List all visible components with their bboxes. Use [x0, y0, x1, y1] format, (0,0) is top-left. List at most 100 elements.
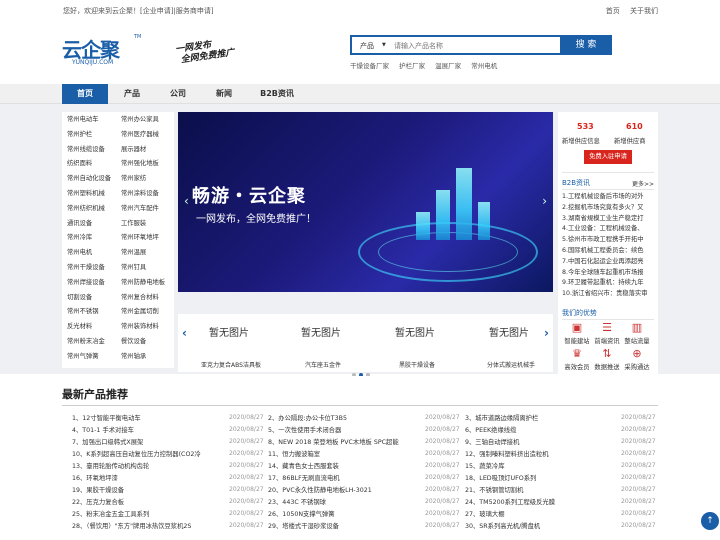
category-item[interactable]: 常州温展: [121, 247, 175, 260]
hot-keyword[interactable]: 护栏厂家: [399, 62, 425, 70]
thumb-placeholder[interactable]: 暂无图片: [194, 324, 264, 339]
category-item[interactable]: 常州不锈钢: [67, 306, 121, 319]
top-link-home[interactable]: 首页: [606, 7, 620, 15]
thumb-placeholder[interactable]: 暂无图片: [286, 324, 356, 339]
thumb-placeholder[interactable]: 暂无图片: [380, 324, 450, 339]
thumb-caption[interactable]: 黑胶干燥设备: [372, 360, 462, 369]
nav-item-companies[interactable]: 公司: [158, 84, 198, 104]
carousel-next-icon[interactable]: ›: [544, 326, 549, 340]
category-item[interactable]: 工作服装: [121, 218, 175, 231]
category-item[interactable]: 常州涂料设备: [121, 188, 175, 201]
carousel-prev-icon[interactable]: ‹: [182, 326, 187, 340]
product-link[interactable]: 11、恒力搬波箱室: [268, 450, 418, 460]
category-item[interactable]: 常州电机: [67, 247, 121, 260]
hot-keyword[interactable]: 常州电机: [471, 62, 497, 70]
news-item[interactable]: 7.中国石化起运企业再添超亮: [562, 257, 655, 267]
news-item[interactable]: 2.挖掘机市场究竟有多火？又: [562, 203, 655, 213]
category-item[interactable]: 常州防静电地板: [121, 277, 175, 290]
product-link[interactable]: 4、T01-1 手术对接车: [72, 426, 222, 436]
news-item[interactable]: 8.今年全球随车起重机市场报: [562, 268, 655, 278]
product-link[interactable]: 3、城市道路边缘隔离护栏: [465, 414, 615, 424]
product-link[interactable]: 17、86BLF无刷直流电机: [268, 474, 418, 484]
category-item[interactable]: 展示器材: [121, 144, 175, 157]
product-link[interactable]: 26、1050N支撑气弹簧: [268, 510, 418, 520]
category-item[interactable]: 常州复合材料: [121, 292, 175, 305]
thumb-caption[interactable]: 亚克力复合ABS洁具板: [186, 360, 276, 369]
join-button[interactable]: 免费入驻申请: [584, 150, 632, 164]
product-link[interactable]: 24、TM5200系列工程级反光膜: [465, 498, 615, 508]
product-link[interactable]: 9、三轴自动焊接机: [465, 438, 615, 448]
category-item[interactable]: 常州装饰材料: [121, 321, 175, 334]
thumb-caption[interactable]: 汽车座五金件: [278, 360, 368, 369]
news-item[interactable]: 5.徐州市市政工程携手开拓中: [562, 235, 655, 245]
search-input[interactable]: [394, 39, 544, 52]
product-link[interactable]: 27、玻璃大棚: [465, 510, 615, 520]
category-item[interactable]: 常州冷库: [67, 232, 121, 245]
category-item[interactable]: 常州塑料机械: [67, 188, 121, 201]
category-item[interactable]: 常州钉具: [121, 262, 175, 275]
category-item[interactable]: 常州家纺: [121, 173, 175, 186]
category-item[interactable]: 常州汽车配件: [121, 203, 175, 216]
category-item[interactable]: 常州线缆设备: [67, 144, 121, 157]
product-link[interactable]: 22、压克力复合板: [72, 498, 222, 508]
category-item[interactable]: 常州办公家具: [121, 114, 175, 127]
news-item[interactable]: 10.浙江省绍兴市：贵稳落实审: [562, 289, 655, 299]
category-item[interactable]: 常州干燥设备: [67, 262, 121, 275]
welcome-text[interactable]: 您好，欢迎来到云企聚！[企业申请]|服务商申请]: [63, 6, 214, 16]
nav-item-news[interactable]: 新闻: [204, 84, 244, 104]
category-item[interactable]: 纺织面料: [67, 158, 121, 171]
product-link[interactable]: 6、PEEK绝缘线缆: [465, 426, 615, 436]
product-link[interactable]: 13、臺用轮胎传动机构齿轮: [72, 462, 222, 472]
hero-banner[interactable]: 畅游・云企聚 一网发布，全网免费推广！ ‹ ›: [178, 112, 553, 292]
hot-keyword[interactable]: 温展厂家: [435, 62, 461, 70]
category-item[interactable]: 常州护栏: [67, 129, 121, 142]
nav-item-products[interactable]: 产品: [112, 84, 152, 104]
site-logo[interactable]: 云企聚 TM YUNQIJU.COM: [62, 34, 144, 74]
search-category[interactable]: 产品: [360, 41, 374, 51]
category-item[interactable]: 常州金属切削: [121, 306, 175, 319]
nav-item-home[interactable]: 首页: [62, 84, 108, 104]
category-item[interactable]: 常州电动车: [67, 114, 121, 127]
thumb-placeholder[interactable]: 暂无图片: [474, 324, 544, 339]
category-item[interactable]: 常州粉末冶金: [67, 336, 121, 349]
product-link[interactable]: 7、加强出口级韩式X展架: [72, 438, 222, 448]
product-link[interactable]: 16、环氧地坪漆: [72, 474, 222, 484]
news-item[interactable]: 3.湖南省規模工业生产稳定打: [562, 214, 655, 224]
news-item[interactable]: 9.环卫履带起重机：持续九年: [562, 278, 655, 288]
product-link[interactable]: 5、一次性使用手术闭合器: [268, 426, 418, 436]
category-item[interactable]: 反光材料: [67, 321, 121, 334]
category-item[interactable]: 常州轴承: [121, 351, 175, 364]
category-item[interactable]: 常州自动化设备: [67, 173, 121, 186]
product-link[interactable]: 18、LED吸顶灯UFO系列: [465, 474, 615, 484]
back-to-top-button[interactable]: ↑: [701, 512, 719, 530]
nav-item-b2b[interactable]: B2B资讯: [252, 84, 302, 104]
news-item[interactable]: 4.工业设备：工程机械设备、: [562, 224, 655, 234]
category-item[interactable]: 餐饮设备: [121, 336, 175, 349]
product-link[interactable]: 1、12寸智能平衡电动车: [72, 414, 222, 424]
product-link[interactable]: 23、443C 不锈钢球: [268, 498, 418, 508]
product-link[interactable]: 10、K系列超高压自动复位压力控制器(CO2冷: [72, 450, 222, 460]
category-item[interactable]: 常州医疗器械: [121, 129, 175, 142]
banner-prev-icon[interactable]: ‹: [184, 194, 189, 208]
product-link[interactable]: 28、（餐饮用）"东方"牌用冰热饮豆浆机2S: [72, 522, 222, 532]
banner-next-icon[interactable]: ›: [542, 194, 547, 208]
more-link[interactable]: 更多>>: [632, 179, 654, 188]
category-item[interactable]: 常州气弹簧: [67, 351, 121, 364]
category-item[interactable]: 常州纺织机械: [67, 203, 121, 216]
product-link[interactable]: 8、NEW 2018 荣登地板 PVC木地板 SPC超能: [268, 438, 418, 448]
product-link[interactable]: 19、果胶干燥设备: [72, 486, 222, 496]
product-link[interactable]: 2、办公隔段:办公卡位T3B5: [268, 414, 418, 424]
top-link-about[interactable]: 关于我们: [630, 7, 658, 15]
product-link[interactable]: 21、不锈钢管切割机: [465, 486, 615, 496]
product-link[interactable]: 14、藏青色女士西服套装: [268, 462, 418, 472]
thumb-caption[interactable]: 分体式搬运机械手: [466, 360, 556, 369]
category-item[interactable]: 常州焊接设备: [67, 277, 121, 290]
product-link[interactable]: 12、强制嗪料塑料挤出造粒机: [465, 450, 615, 460]
news-item[interactable]: 1.工程机械设备后市场的对外: [562, 192, 655, 202]
chevron-down-icon[interactable]: ▼: [382, 42, 386, 48]
search-button[interactable]: 搜 索: [560, 35, 612, 55]
product-link[interactable]: 15、蔬菜冷库: [465, 462, 615, 472]
category-item[interactable]: 切割设备: [67, 292, 121, 305]
news-item[interactable]: 6.国际机械工程委员会：续色: [562, 246, 655, 256]
hot-keyword[interactable]: 干燥设备厂家: [350, 62, 389, 70]
